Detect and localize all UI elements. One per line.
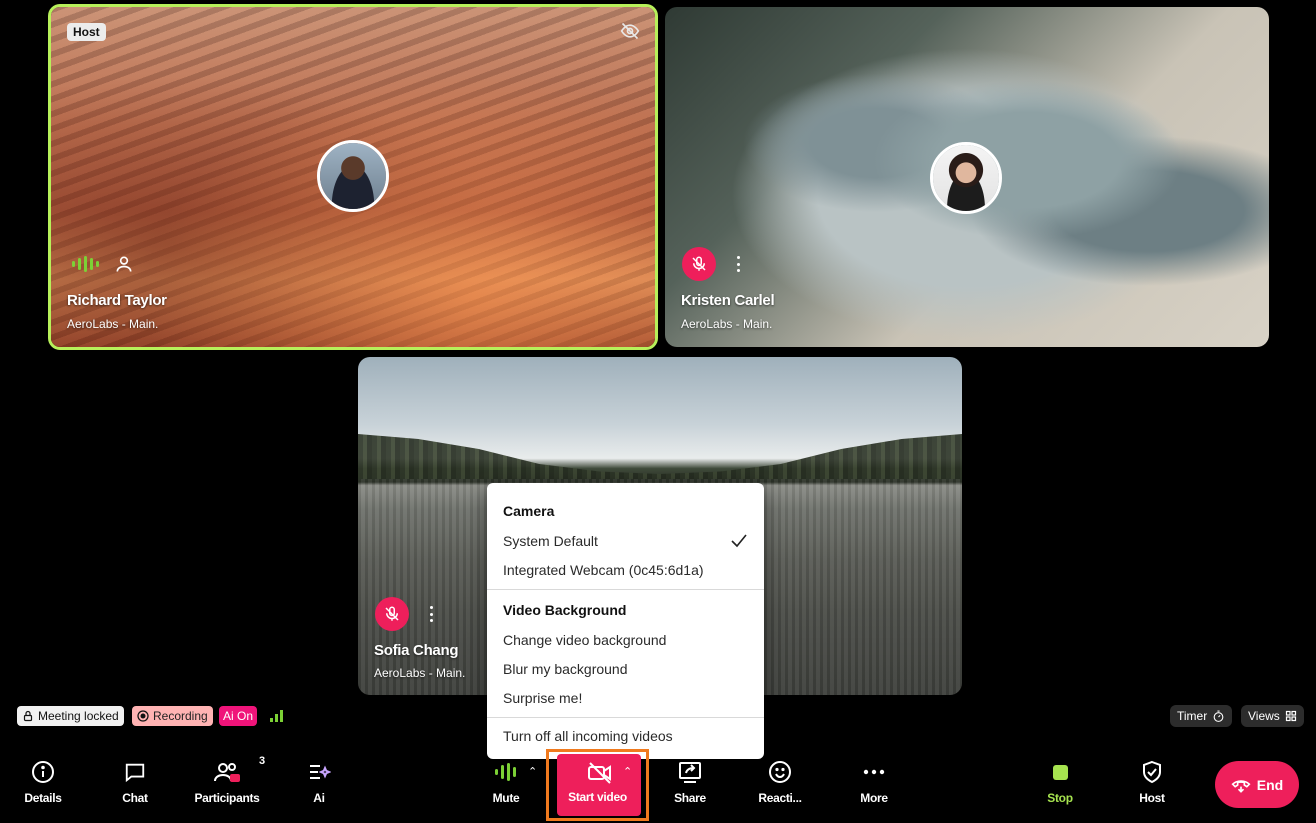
video-options-chevron-icon[interactable]: ⌃ [623, 765, 632, 778]
ai-button[interactable]: Ai [279, 757, 359, 805]
mic-off-icon [682, 247, 716, 281]
recording-badge: Recording [132, 706, 213, 726]
eye-off-icon[interactable] [620, 21, 640, 41]
share-button[interactable]: Share [650, 757, 730, 805]
menu-divider [487, 589, 764, 590]
timer-label: Timer [1177, 709, 1208, 723]
surprise-me-option[interactable]: Surprise me! [503, 690, 582, 706]
camera-header: Camera [503, 503, 555, 519]
change-background-option[interactable]: Change video background [503, 632, 666, 648]
more-button[interactable]: More [834, 757, 914, 805]
timer-button[interactable]: Timer [1170, 705, 1233, 727]
host-button[interactable]: Host [1112, 757, 1192, 805]
host-badge: Host [67, 23, 106, 41]
start-video-button[interactable]: ⌃ Start video [546, 749, 649, 821]
avatar [317, 140, 389, 212]
participants-count: 3 [259, 755, 266, 767]
more-options-icon[interactable] [424, 604, 438, 624]
views-button[interactable]: Views [1241, 705, 1304, 727]
video-background-header: Video Background [503, 602, 627, 618]
participant-org: AeroLabs - Main. [681, 317, 773, 331]
ai-on-badge: Ai On [219, 706, 258, 726]
details-label: Details [24, 791, 62, 805]
reactions-label: Reacti... [758, 791, 802, 805]
ai-sparkle-icon [310, 765, 331, 779]
video-options-menu: Camera System Default Integrated Webcam … [487, 483, 764, 759]
end-label: End [1256, 776, 1284, 793]
stopwatch-icon [1213, 710, 1224, 722]
camera-option-integrated-webcam[interactable]: Integrated Webcam (0c45:6d1a) [503, 562, 704, 578]
more-horizontal-icon [863, 769, 885, 775]
info-icon [32, 761, 54, 783]
turn-off-incoming-videos-option[interactable]: Turn off all incoming videos [503, 728, 673, 744]
connection-signal-icon [270, 710, 283, 722]
end-call-button[interactable]: End [1215, 761, 1299, 808]
record-icon [137, 710, 149, 722]
participant-name: Kristen Carlel [681, 292, 775, 309]
stop-label: Stop [1047, 791, 1073, 805]
ai-on-label: Ai On [223, 709, 254, 723]
share-label: Share [674, 791, 706, 805]
recording-label: Recording [153, 709, 208, 723]
participant-org: AeroLabs - Main. [374, 666, 466, 680]
participants-label: Participants [194, 791, 260, 805]
lock-icon [23, 710, 33, 722]
participants-button[interactable]: 3 Participants [187, 755, 267, 805]
shield-check-icon [1143, 760, 1161, 784]
audio-level-icon [495, 763, 516, 781]
participants-icon [214, 763, 240, 782]
person-icon [116, 256, 132, 272]
ai-label: Ai [313, 791, 325, 805]
grid-icon [1285, 710, 1296, 722]
chat-icon [125, 763, 145, 783]
chat-button[interactable]: Chat [95, 757, 175, 805]
participant-name: Sofia Chang [374, 642, 459, 659]
speaking-indicator-icon [72, 256, 99, 272]
avatar [930, 142, 1002, 214]
more-label: More [860, 791, 888, 805]
meeting-locked-badge: Meeting locked [17, 706, 124, 726]
start-video-label: Start video [568, 790, 627, 804]
host-label: Host [1139, 791, 1165, 805]
hang-up-icon [1231, 779, 1251, 793]
checkmark-icon [731, 534, 747, 548]
share-screen-icon [679, 762, 701, 783]
mic-off-icon [375, 597, 409, 631]
chat-label: Chat [122, 791, 148, 805]
details-button[interactable]: Details [3, 757, 83, 805]
participant-org: AeroLabs - Main. [67, 317, 159, 331]
stop-recording-button[interactable]: Stop [1020, 757, 1100, 805]
reactions-button[interactable]: Reacti... [740, 757, 820, 805]
participant-name: Richard Taylor [67, 292, 167, 309]
views-label: Views [1248, 709, 1280, 723]
stop-icon [1052, 764, 1068, 780]
blur-background-option[interactable]: Blur my background [503, 661, 628, 677]
meeting-locked-label: Meeting locked [38, 709, 119, 723]
menu-divider [487, 717, 764, 718]
mute-label: Mute [492, 791, 520, 805]
smiley-icon [769, 761, 791, 783]
more-options-icon[interactable] [731, 254, 745, 274]
video-off-icon [588, 762, 611, 784]
audio-options-chevron-icon[interactable]: ⌃ [528, 765, 537, 778]
camera-option-system-default[interactable]: System Default [503, 533, 598, 549]
